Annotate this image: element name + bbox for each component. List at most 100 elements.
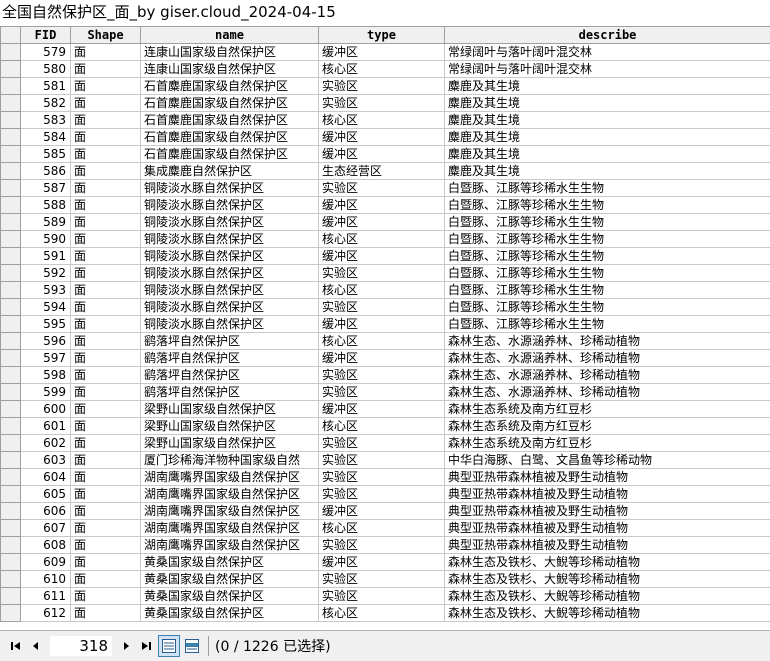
cell-shape[interactable]: 面	[71, 61, 141, 78]
row-selector[interactable]	[1, 146, 21, 163]
cell-shape[interactable]: 面	[71, 537, 141, 554]
cell-name[interactable]: 石首麋鹿国家级自然保护区	[141, 78, 319, 95]
row-selector[interactable]	[1, 112, 21, 129]
cell-describe[interactable]: 森林生态、水源涵养林、珍稀动植物	[445, 350, 770, 367]
cell-fid[interactable]: 593	[21, 282, 71, 299]
cell-type[interactable]: 实验区	[319, 435, 445, 452]
row-selector[interactable]	[1, 384, 21, 401]
column-header-fid[interactable]: FID	[21, 27, 71, 44]
cell-shape[interactable]: 面	[71, 231, 141, 248]
cell-shape[interactable]: 面	[71, 180, 141, 197]
cell-shape[interactable]: 面	[71, 605, 141, 622]
cell-describe[interactable]: 白暨豚、江豚等珍稀水生生物	[445, 316, 770, 333]
cell-describe[interactable]: 森林生态、水源涵养林、珍稀动植物	[445, 367, 770, 384]
cell-name[interactable]: 鹞落坪自然保护区	[141, 333, 319, 350]
cell-fid[interactable]: 602	[21, 435, 71, 452]
row-selector[interactable]	[1, 401, 21, 418]
table-row[interactable]: 593面铜陵淡水豚自然保护区核心区白暨豚、江豚等珍稀水生生物	[1, 282, 770, 299]
table-row[interactable]: 592面铜陵淡水豚自然保护区实验区白暨豚、江豚等珍稀水生生物	[1, 265, 770, 282]
cell-type[interactable]: 核心区	[319, 61, 445, 78]
cell-describe[interactable]: 典型亚热带森林植被及野生动植物	[445, 537, 770, 554]
cell-type[interactable]: 缓冲区	[319, 44, 445, 61]
cell-shape[interactable]: 面	[71, 571, 141, 588]
cell-name[interactable]: 鹞落坪自然保护区	[141, 384, 319, 401]
cell-type[interactable]: 实验区	[319, 95, 445, 112]
table-row[interactable]: 602面梁野山国家级自然保护区实验区森林生态系统及南方红豆杉	[1, 435, 770, 452]
cell-shape[interactable]: 面	[71, 129, 141, 146]
cell-type[interactable]: 缓冲区	[319, 350, 445, 367]
cell-shape[interactable]: 面	[71, 418, 141, 435]
cell-name[interactable]: 梁野山国家级自然保护区	[141, 418, 319, 435]
cell-describe[interactable]: 白暨豚、江豚等珍稀水生生物	[445, 180, 770, 197]
cell-type[interactable]: 核心区	[319, 112, 445, 129]
cell-shape[interactable]: 面	[71, 333, 141, 350]
table-row[interactable]: 589面铜陵淡水豚自然保护区缓冲区白暨豚、江豚等珍稀水生生物	[1, 214, 770, 231]
cell-describe[interactable]: 白暨豚、江豚等珍稀水生生物	[445, 231, 770, 248]
cell-describe[interactable]: 麋鹿及其生境	[445, 78, 770, 95]
select-all-corner[interactable]	[1, 27, 21, 44]
column-header-describe[interactable]: describe	[445, 27, 770, 44]
cell-fid[interactable]: 610	[21, 571, 71, 588]
table-row[interactable]: 579面连康山国家级自然保护区缓冲区常绿阔叶与落叶阔叶混交林	[1, 44, 770, 61]
cell-name[interactable]: 铜陵淡水豚自然保护区	[141, 197, 319, 214]
row-selector[interactable]	[1, 44, 21, 61]
cell-describe[interactable]: 白暨豚、江豚等珍稀水生生物	[445, 282, 770, 299]
cell-fid[interactable]: 591	[21, 248, 71, 265]
row-selector[interactable]	[1, 435, 21, 452]
cell-fid[interactable]: 586	[21, 163, 71, 180]
cell-shape[interactable]: 面	[71, 265, 141, 282]
cell-fid[interactable]: 604	[21, 469, 71, 486]
row-selector[interactable]	[1, 333, 21, 350]
cell-describe[interactable]: 森林生态及铁杉、大鲵等珍稀动植物	[445, 588, 770, 605]
cell-name[interactable]: 厦门珍稀海洋物种国家级自然	[141, 452, 319, 469]
cell-shape[interactable]: 面	[71, 520, 141, 537]
cell-fid[interactable]: 607	[21, 520, 71, 537]
cell-name[interactable]: 铜陵淡水豚自然保护区	[141, 299, 319, 316]
cell-name[interactable]: 铜陵淡水豚自然保护区	[141, 282, 319, 299]
row-selector[interactable]	[1, 78, 21, 95]
cell-name[interactable]: 黄桑国家级自然保护区	[141, 588, 319, 605]
table-row[interactable]: 591面铜陵淡水豚自然保护区缓冲区白暨豚、江豚等珍稀水生生物	[1, 248, 770, 265]
cell-shape[interactable]: 面	[71, 435, 141, 452]
cell-type[interactable]: 实验区	[319, 78, 445, 95]
cell-shape[interactable]: 面	[71, 452, 141, 469]
cell-shape[interactable]: 面	[71, 78, 141, 95]
cell-fid[interactable]: 598	[21, 367, 71, 384]
cell-describe[interactable]: 典型亚热带森林植被及野生动植物	[445, 503, 770, 520]
first-record-button[interactable]	[6, 635, 26, 657]
row-selector[interactable]	[1, 214, 21, 231]
last-record-button[interactable]	[136, 635, 156, 657]
cell-fid[interactable]: 594	[21, 299, 71, 316]
cell-fid[interactable]: 588	[21, 197, 71, 214]
row-selector[interactable]	[1, 129, 21, 146]
cell-describe[interactable]: 白暨豚、江豚等珍稀水生生物	[445, 214, 770, 231]
cell-describe[interactable]: 白暨豚、江豚等珍稀水生生物	[445, 265, 770, 282]
cell-type[interactable]: 缓冲区	[319, 248, 445, 265]
cell-fid[interactable]: 596	[21, 333, 71, 350]
cell-name[interactable]: 石首麋鹿国家级自然保护区	[141, 112, 319, 129]
cell-fid[interactable]: 608	[21, 537, 71, 554]
row-selector[interactable]	[1, 520, 21, 537]
cell-type[interactable]: 缓冲区	[319, 146, 445, 163]
cell-name[interactable]: 湖南鹰嘴界国家级自然保护区	[141, 503, 319, 520]
cell-fid[interactable]: 605	[21, 486, 71, 503]
cell-shape[interactable]: 面	[71, 588, 141, 605]
cell-name[interactable]: 梁野山国家级自然保护区	[141, 435, 319, 452]
table-row[interactable]: 588面铜陵淡水豚自然保护区缓冲区白暨豚、江豚等珍稀水生生物	[1, 197, 770, 214]
cell-type[interactable]: 核心区	[319, 418, 445, 435]
row-selector[interactable]	[1, 248, 21, 265]
previous-record-button[interactable]	[26, 635, 46, 657]
cell-fid[interactable]: 609	[21, 554, 71, 571]
table-row[interactable]: 608面湖南鹰嘴界国家级自然保护区实验区典型亚热带森林植被及野生动植物	[1, 537, 770, 554]
cell-describe[interactable]: 常绿阔叶与落叶阔叶混交林	[445, 44, 770, 61]
current-record-input[interactable]	[50, 636, 112, 656]
cell-type[interactable]: 核心区	[319, 605, 445, 622]
row-selector[interactable]	[1, 180, 21, 197]
cell-fid[interactable]: 587	[21, 180, 71, 197]
cell-type[interactable]: 缓冲区	[319, 316, 445, 333]
row-selector[interactable]	[1, 231, 21, 248]
cell-describe[interactable]: 森林生态系统及南方红豆杉	[445, 401, 770, 418]
cell-describe[interactable]: 麋鹿及其生境	[445, 129, 770, 146]
cell-shape[interactable]: 面	[71, 384, 141, 401]
cell-type[interactable]: 核心区	[319, 333, 445, 350]
